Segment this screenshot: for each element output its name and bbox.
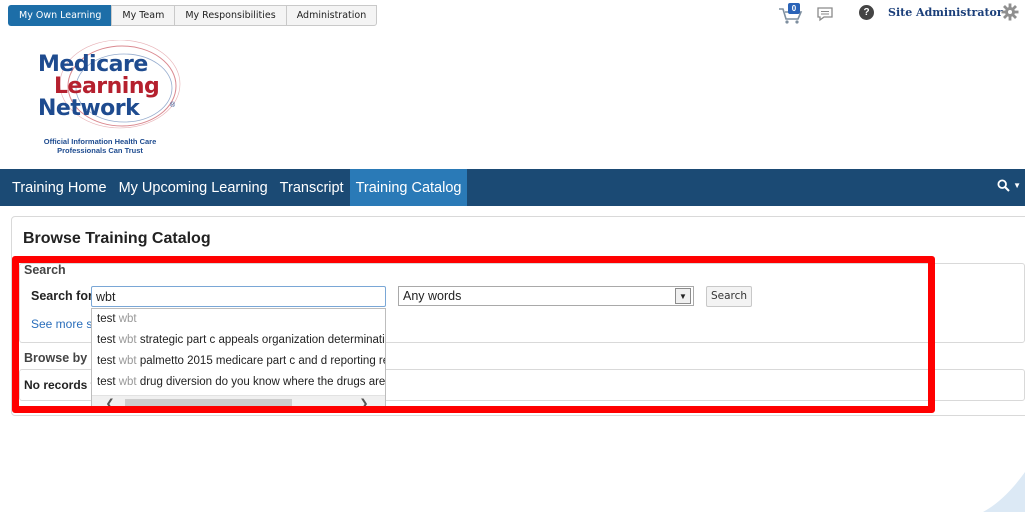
- see-more-search-link[interactable]: See more se: [31, 317, 99, 331]
- scrollbar-thumb[interactable]: [125, 399, 292, 409]
- search-for-label: Search for:: [31, 289, 97, 303]
- tab-my-team[interactable]: My Team: [111, 5, 175, 26]
- search-icon: [997, 179, 1010, 192]
- tab-administration[interactable]: Administration: [285, 5, 378, 26]
- top-tabs: My Own Learning My Team My Responsibilit…: [8, 5, 378, 26]
- autocomplete-item[interactable]: test wbt strategic part c appeals organi…: [92, 330, 385, 351]
- logo-line-network: Network: [38, 96, 140, 121]
- message-icon[interactable]: [816, 5, 834, 23]
- browse-legend: Browse by C: [24, 351, 100, 365]
- page-title: Browse Training Catalog: [23, 230, 211, 247]
- horizontal-scrollbar[interactable]: ❮ ❯: [92, 395, 385, 412]
- search-legend: Search: [24, 263, 66, 277]
- tab-my-responsibilities[interactable]: My Responsibilities: [174, 5, 286, 26]
- chevron-down-icon: ▼: [1013, 181, 1021, 190]
- nav-my-upcoming-learning[interactable]: My Upcoming Learning: [113, 169, 274, 206]
- autocomplete-dropdown: test wbt test wbt strategic part c appea…: [91, 308, 386, 413]
- autocomplete-item[interactable]: test wbt: [92, 309, 385, 330]
- cart-count-badge: 0: [788, 3, 800, 14]
- nav-search-menu[interactable]: ▼: [997, 179, 1021, 192]
- user-menu[interactable]: Site Administrator▼: [888, 6, 1013, 19]
- user-name: Site Administrator: [888, 6, 1003, 19]
- match-type-value: Any words: [403, 289, 462, 303]
- logo-tagline-line1: Official Information Health Care: [43, 137, 157, 146]
- top-bar: My Own Learning My Team My Responsibilit…: [0, 0, 1025, 32]
- search-input[interactable]: [91, 286, 386, 307]
- no-records-message: No records f: [24, 378, 95, 392]
- help-icon[interactable]: ?: [859, 5, 874, 20]
- match-type-select[interactable]: Any words ▼: [398, 286, 694, 306]
- search-button[interactable]: Search: [706, 286, 752, 307]
- autocomplete-item[interactable]: test wbt drug diversion do you know wher…: [92, 372, 385, 393]
- logo-registered-mark: ®: [170, 102, 176, 109]
- medicare-learning-network-logo: Medicare Learning Network ® Official Inf…: [30, 40, 190, 162]
- chevron-left-icon[interactable]: ❮: [102, 396, 118, 412]
- logo-tagline: Official Information Health Care Profess…: [30, 137, 170, 155]
- chevron-right-icon[interactable]: ❯: [356, 396, 372, 412]
- main-nav: Training Home My Upcoming Learning Trans…: [0, 169, 1025, 206]
- nav-training-catalog[interactable]: Training Catalog: [349, 169, 468, 206]
- tab-my-own-learning[interactable]: My Own Learning: [8, 5, 112, 26]
- logo-line-medicare: Medicare: [38, 52, 148, 77]
- logo-tagline-line2: Professionals Can Trust: [57, 146, 143, 155]
- corner-decoration: [983, 472, 1025, 512]
- nav-training-home[interactable]: Training Home: [0, 169, 113, 206]
- chevron-down-icon[interactable]: ▼: [675, 288, 691, 304]
- nav-transcript[interactable]: Transcript: [274, 169, 350, 206]
- logo-line-learning: Learning: [54, 74, 160, 99]
- autocomplete-item[interactable]: test wbt palmetto 2015 medicare part c a…: [92, 351, 385, 372]
- gear-icon[interactable]: [1001, 3, 1019, 21]
